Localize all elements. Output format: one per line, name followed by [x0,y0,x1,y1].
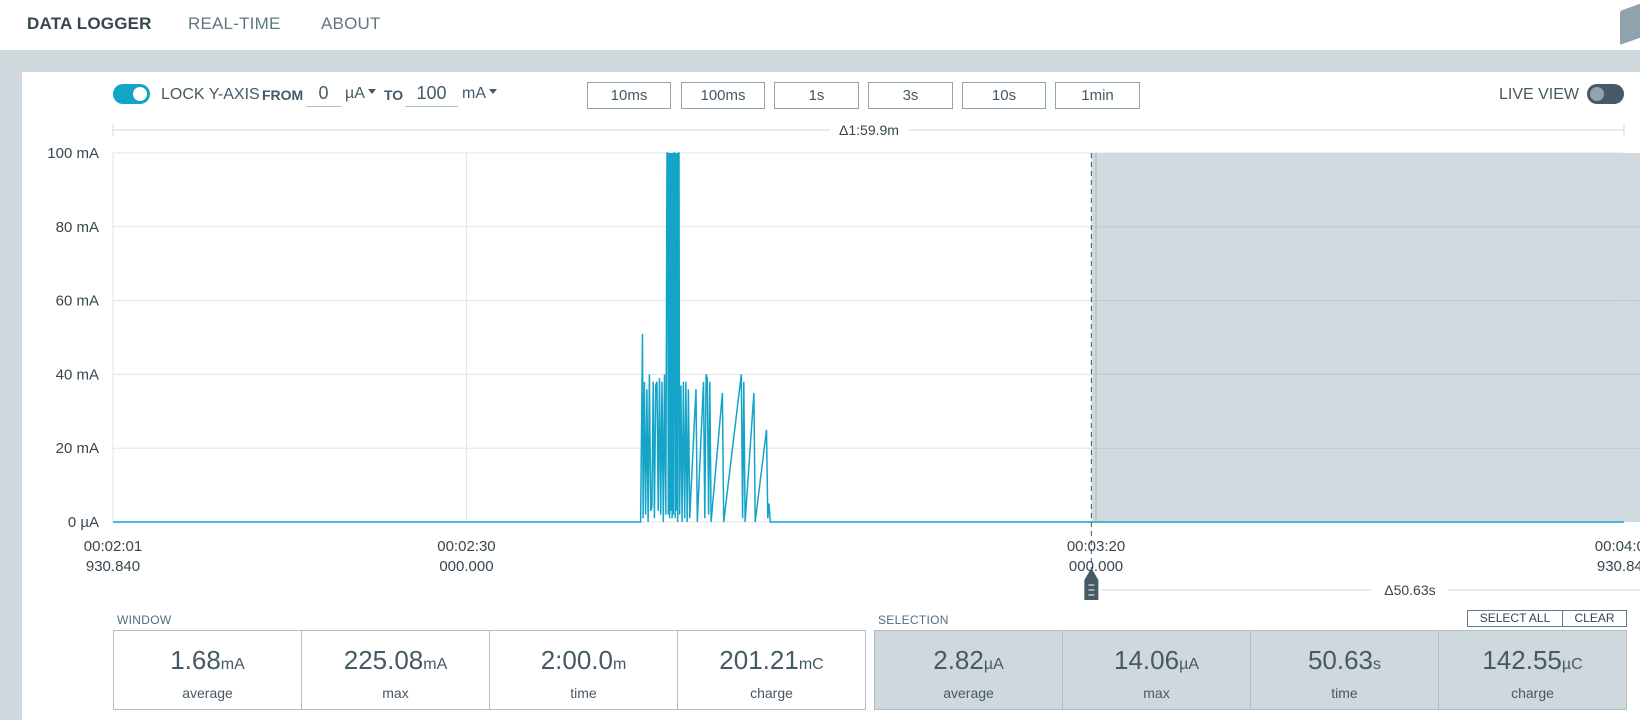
stat-number: 225.08 [343,645,424,675]
x-tick-time-label: 00:02:01 [84,538,142,555]
stat-caption: average [943,685,994,701]
stat-unit: mA [220,656,245,673]
stat-caption: max [382,685,409,701]
stat-value: 142.55µC [1439,645,1626,676]
y-tick-label: 100 mA [47,145,99,162]
y-axis-ticks: 100 mA 80 mA 60 mA 40 mA 20 mA 0 µA [47,145,99,531]
stat-box-max: 14.06µA max [1062,630,1251,710]
stat-caption: time [1331,685,1358,701]
stat-caption: average [182,685,233,701]
stat-unit: s [1373,656,1382,673]
selection-range[interactable] [1091,153,1640,522]
stat-value: 1.68mA [114,645,301,676]
x-axis-ticks: 00:02:01 930.840 00:02:30 000.000 00:03:20 00… [84,538,1640,575]
stat-caption: charge [1511,685,1554,701]
stat-number: 2:00.0 [540,645,613,675]
window-section-title: WINDOW [117,613,172,627]
x-tick-sub-label: 000.000 [439,558,493,575]
stat-number: 2.82 [933,645,984,675]
stat-number: 14.06 [1114,645,1180,675]
window-delta-bar: Δ1:59.9m [112,120,1625,140]
y-tick-label: 80 mA [56,219,99,236]
selection-section-title: SELECTION [878,613,949,627]
x-tick-time-label: 00:03:20 [1067,538,1125,555]
stat-unit: mA [423,656,448,673]
window-delta-label: Δ1:59.9m [839,122,899,138]
y-tick-label: 60 mA [56,293,99,310]
stat-box-average: 1.68mA average [113,630,302,710]
stat-value: 14.06µA [1063,645,1250,676]
x-tick-sub-label: 930.840 [86,558,140,575]
y-tick-label: 20 mA [56,440,99,457]
stat-unit: m [612,656,627,673]
stat-box-time: 50.63s time [1250,630,1439,710]
selection-delta-bar: Δ50.63s [1101,580,1640,600]
stat-value: 225.08mA [302,645,489,676]
stat-caption: time [570,685,597,701]
select-all-button[interactable]: SELECT ALL [1467,610,1563,627]
stat-box-charge: 201.21mC charge [677,630,866,710]
stat-value: 2:00.0m [490,645,677,676]
stat-unit: µC [1561,656,1583,673]
stat-unit: µA [1179,656,1199,673]
stat-number: 201.21 [719,645,799,675]
stat-value: 201.21mC [678,645,865,676]
stat-unit: µA [983,656,1004,673]
stat-box-max: 225.08mA max [301,630,490,710]
stat-number: 142.55 [1482,645,1562,675]
x-tick-time-label: 00:04:01 [1595,538,1640,555]
stat-box-average: 2.82µA average [874,630,1063,710]
stat-caption: charge [750,685,793,701]
x-tick-sub-label: 000.000 [1069,558,1123,575]
stat-box-charge: 142.55µC charge [1438,630,1627,710]
stat-box-time: 2:00.0m time [489,630,678,710]
stat-unit: mC [798,656,824,673]
current-chart[interactable]: 100 mA 80 mA 60 mA 40 mA 20 mA 0 µA 00:02:01 9… [0,0,1640,610]
stat-caption: max [1143,685,1170,701]
stat-value: 2.82µA [875,645,1062,676]
stat-value: 50.63s [1251,645,1438,676]
selection-delta-label: Δ50.63s [1384,582,1435,598]
y-tick-label: 40 mA [56,366,99,383]
x-tick-sub-label: 930.840 [1597,558,1640,575]
stat-number: 1.68 [170,645,221,675]
x-tick-time-label: 00:02:30 [437,538,495,555]
stat-number: 50.63 [1307,645,1374,675]
y-tick-label: 0 µA [68,514,99,531]
clear-button[interactable]: CLEAR [1562,610,1627,627]
